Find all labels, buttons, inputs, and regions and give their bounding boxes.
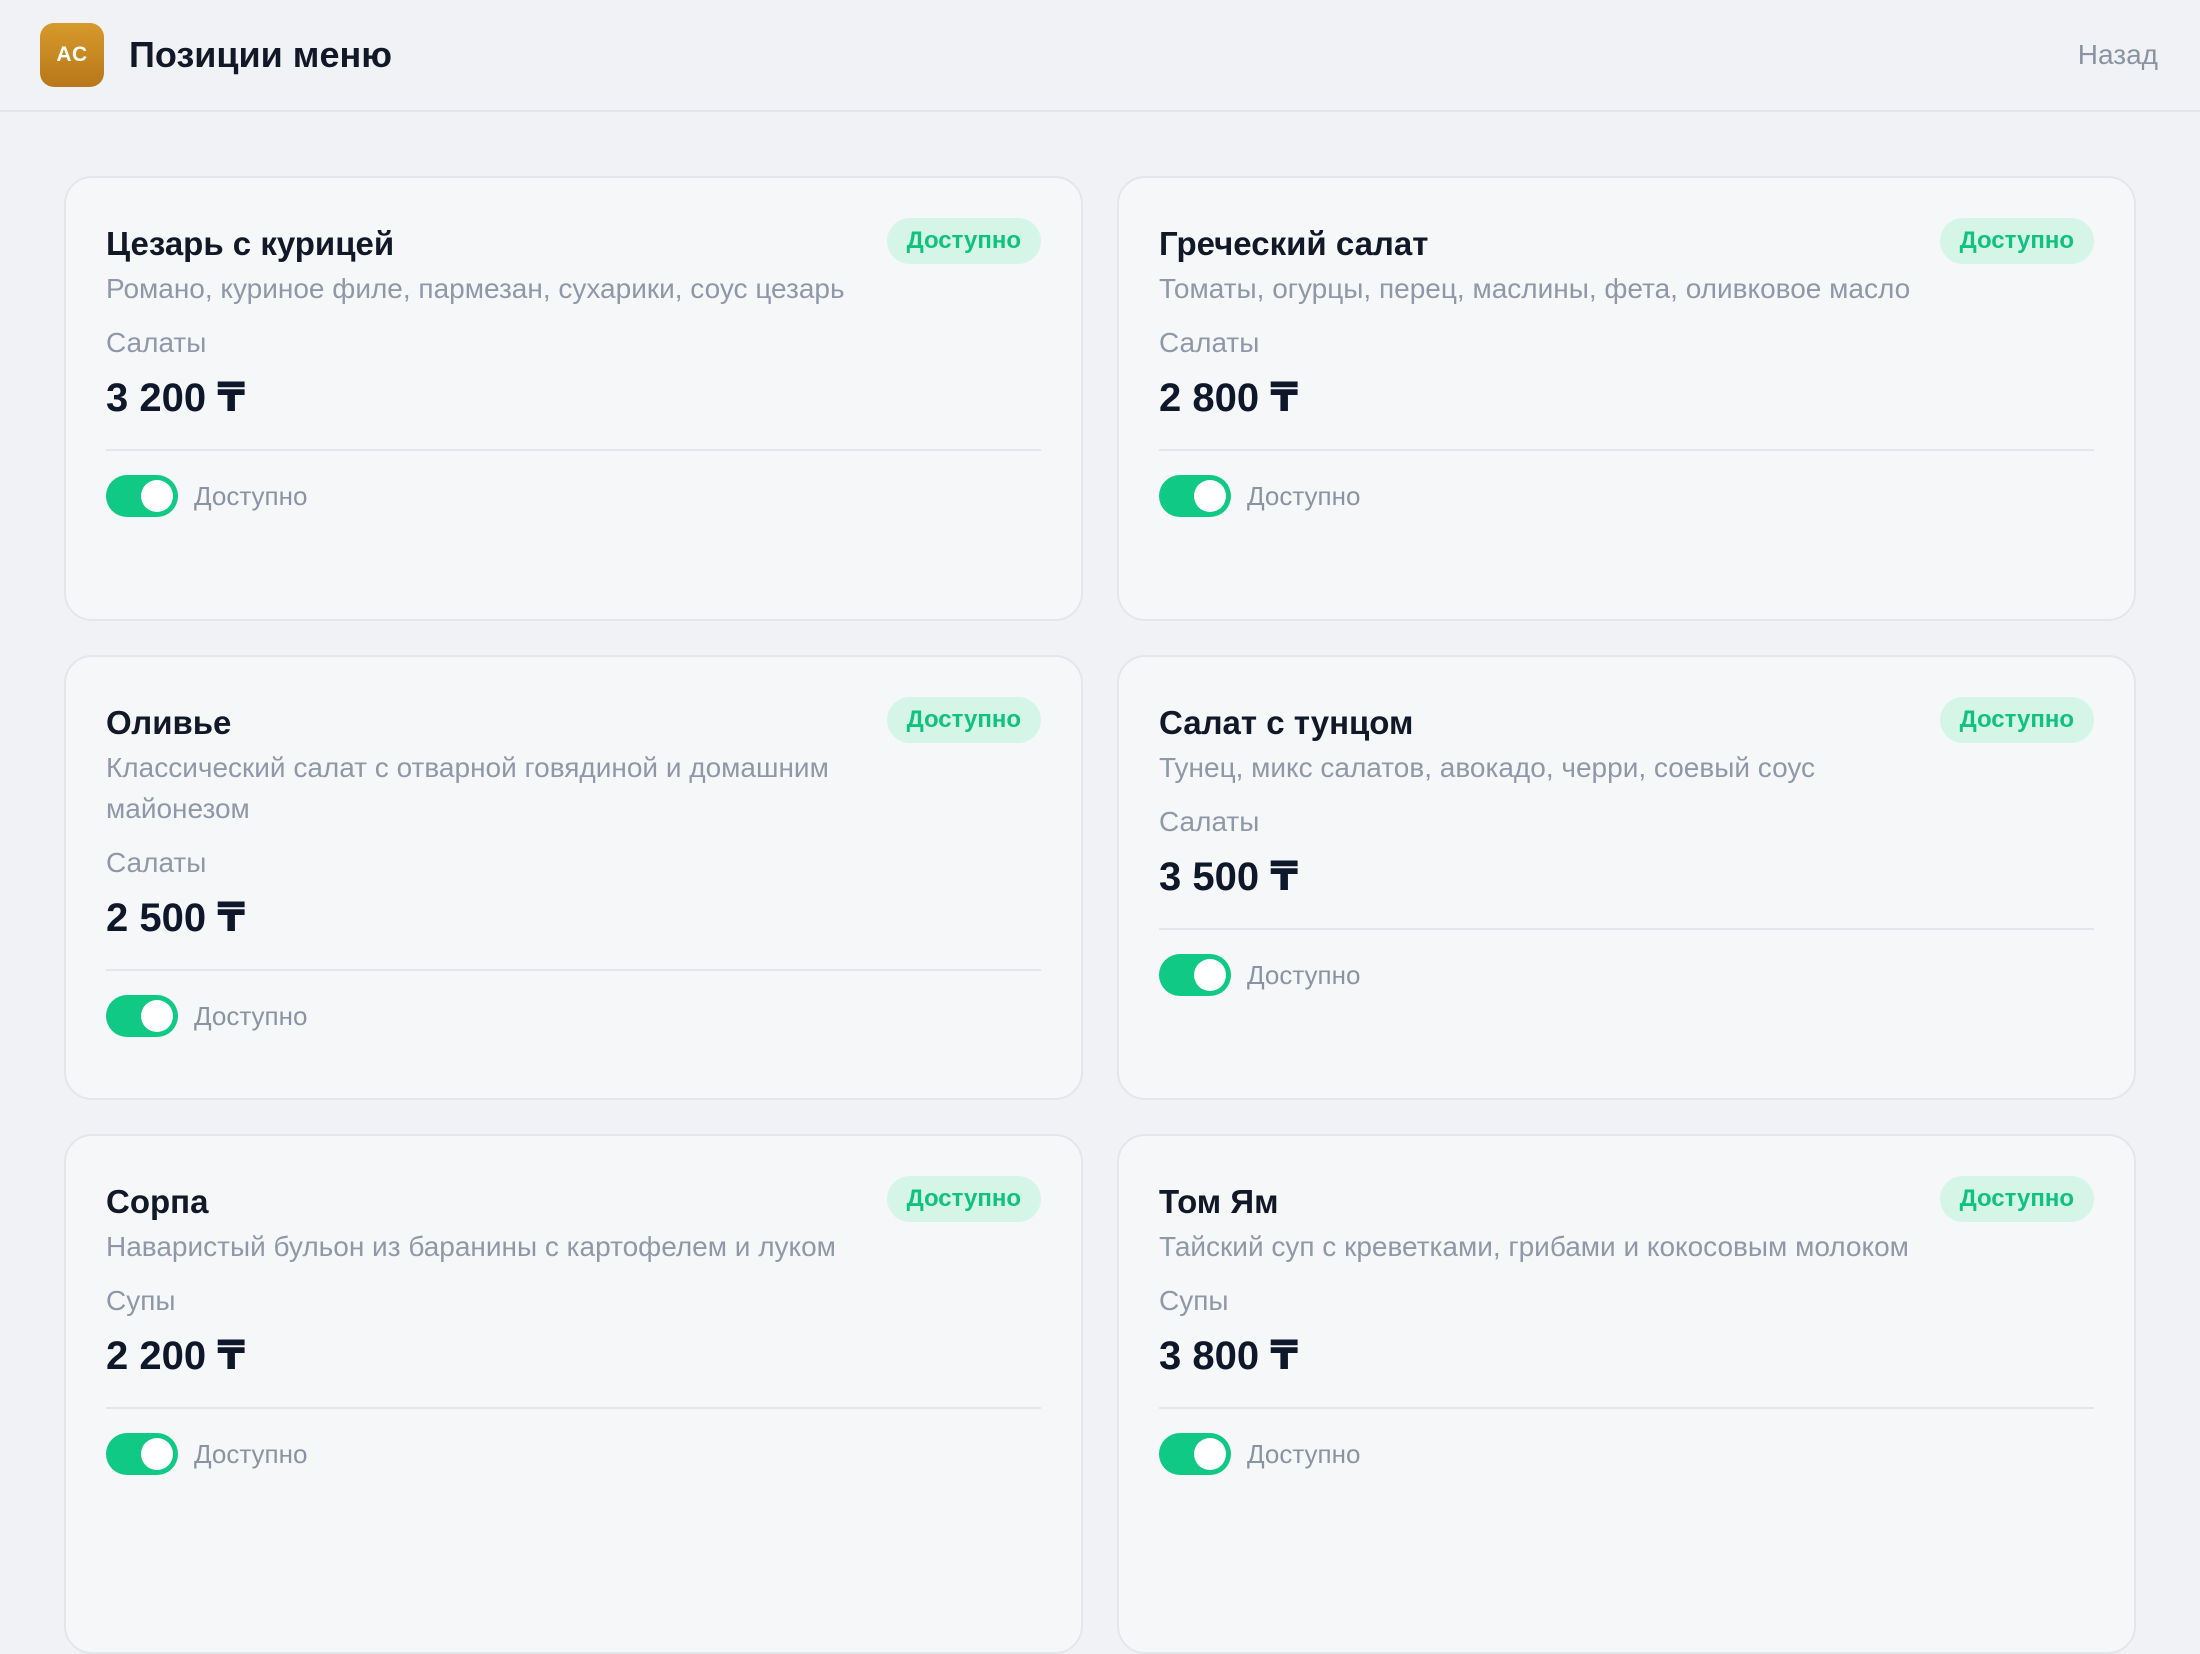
menu-item-card: Доступно Цезарь с курицей Романо, курино… <box>64 176 1083 621</box>
availability-row: Доступно <box>106 1433 1041 1475</box>
restaurant-logo: AC <box>40 23 104 87</box>
card-divider <box>106 969 1041 971</box>
item-description: Томаты, огурцы, перец, маслины, фета, ол… <box>1159 273 1911 304</box>
item-description: Классический салат с отварной говядиной … <box>106 752 829 824</box>
card-divider <box>1159 928 2094 930</box>
status-badge: Доступно <box>886 1176 1041 1222</box>
item-category: Супы <box>106 1285 176 1316</box>
status-badge: Доступно <box>886 218 1041 264</box>
menu-item-card: Доступно Том Ям Тайский суп с креветками… <box>1117 1134 2136 1654</box>
item-price: 2 500 ₸ <box>106 896 246 940</box>
menu-item-card: Доступно Оливье Классический салат с отв… <box>64 655 1083 1100</box>
toggle-knob <box>141 480 173 512</box>
item-price: 3 500 ₸ <box>1159 855 1299 899</box>
availability-row: Доступно <box>1159 954 2094 996</box>
status-badge: Доступно <box>1939 697 2094 743</box>
status-badge: Доступно <box>1939 218 2094 264</box>
status-badge: Доступно <box>1939 1176 2094 1222</box>
item-price: 3 800 ₸ <box>1159 1334 1299 1378</box>
card-divider <box>1159 449 2094 451</box>
availability-toggle[interactable] <box>106 1433 178 1475</box>
availability-label: Доступно <box>1247 480 1361 511</box>
item-category: Салаты <box>1159 327 1260 358</box>
item-price: 2 200 ₸ <box>106 1334 246 1378</box>
item-description: Тунец, микс салатов, авокадо, черри, сое… <box>1159 752 1816 783</box>
top-bar: AC Позиции меню Назад <box>0 0 2200 112</box>
availability-toggle[interactable] <box>106 995 178 1037</box>
item-description: Тайский суп с креветками, грибами и коко… <box>1159 1231 1909 1262</box>
availability-toggle[interactable] <box>1159 1433 1231 1475</box>
availability-toggle[interactable] <box>1159 475 1231 517</box>
availability-label: Доступно <box>194 1000 308 1031</box>
menu-item-card: Доступно Сорпа Наваристый бульон из бара… <box>64 1134 1083 1654</box>
availability-label: Доступно <box>194 1438 308 1469</box>
page-title: Позиции меню <box>129 34 392 75</box>
availability-label: Доступно <box>194 480 308 511</box>
status-badge: Доступно <box>886 697 1041 743</box>
availability-toggle[interactable] <box>106 475 178 517</box>
toggle-knob <box>141 1438 173 1470</box>
toggle-knob <box>1194 959 1226 991</box>
item-category: Салаты <box>106 327 207 358</box>
card-divider <box>1159 1407 2094 1409</box>
availability-label: Доступно <box>1247 1438 1361 1469</box>
menu-item-card: Доступно Греческий салат Томаты, огурцы,… <box>1117 176 2136 621</box>
toggle-knob <box>1194 1438 1226 1470</box>
item-description: Романо, куриное филе, пармезан, сухарики… <box>106 273 845 304</box>
toggle-knob <box>1194 480 1226 512</box>
item-price: 2 800 ₸ <box>1159 376 1299 420</box>
availability-toggle[interactable] <box>1159 954 1231 996</box>
availability-row: Доступно <box>1159 475 2094 517</box>
item-description: Наваристый бульон из баранины с картофел… <box>106 1231 836 1262</box>
availability-row: Доступно <box>106 475 1041 517</box>
item-price: 3 200 ₸ <box>106 376 246 420</box>
back-link[interactable]: Назад <box>2078 39 2160 71</box>
card-divider <box>106 449 1041 451</box>
card-divider <box>106 1407 1041 1409</box>
toggle-knob <box>141 1000 173 1032</box>
menu-items-grid: Доступно Цезарь с курицей Романо, курино… <box>64 176 2136 1654</box>
item-category: Салаты <box>1159 806 1260 837</box>
menu-item-card: Доступно Салат с тунцом Тунец, микс сала… <box>1117 655 2136 1100</box>
availability-label: Доступно <box>1247 959 1361 990</box>
item-category: Супы <box>1159 1285 1229 1316</box>
availability-row: Доступно <box>106 995 1041 1037</box>
availability-row: Доступно <box>1159 1433 2094 1475</box>
item-category: Салаты <box>106 847 207 878</box>
